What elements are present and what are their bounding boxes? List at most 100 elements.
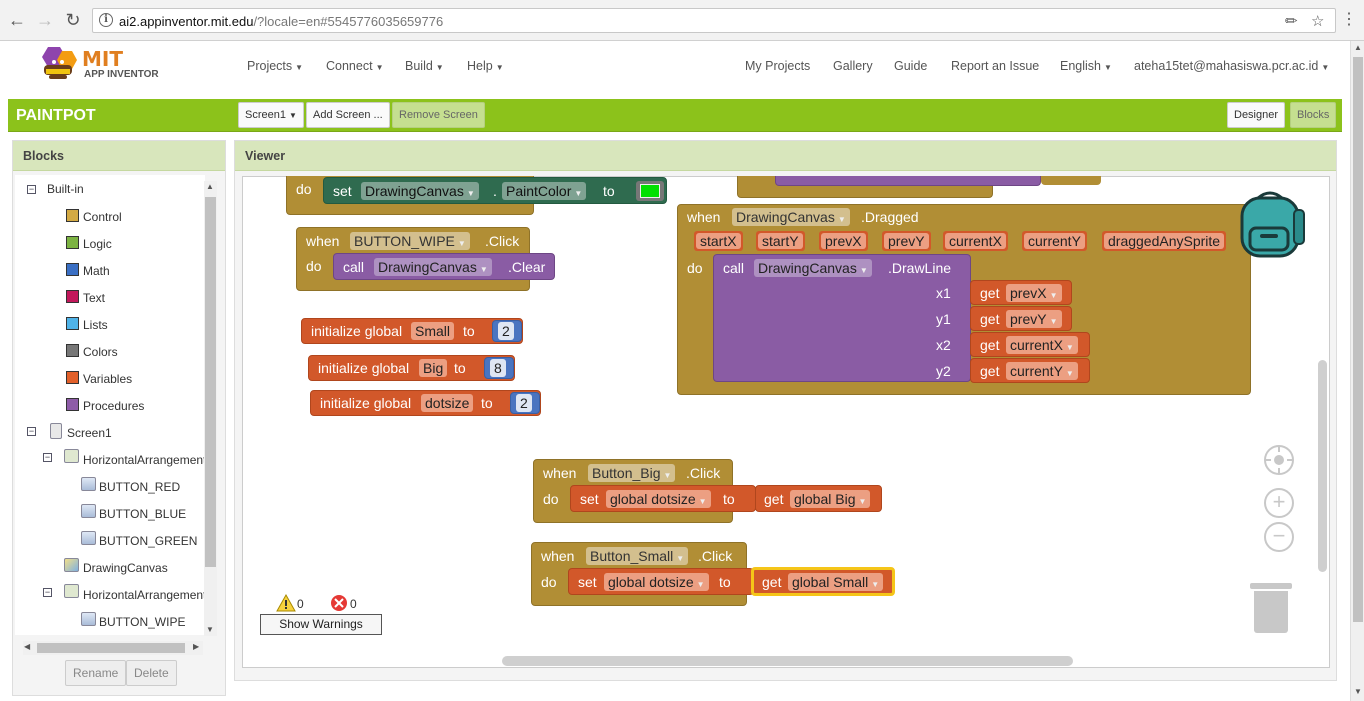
menu-help[interactable]: Help ▼ <box>467 59 504 73</box>
add-screen-button[interactable]: Add Screen ... <box>306 102 390 128</box>
star-icon[interactable]: ☆ <box>1311 12 1324 30</box>
tree-button-red[interactable]: BUTTON_RED <box>99 480 180 494</box>
collapse-icon[interactable]: − <box>27 185 36 194</box>
info-icon[interactable]: i <box>99 13 113 27</box>
global-name[interactable]: Big <box>419 359 448 377</box>
back-icon[interactable]: ← <box>6 8 28 32</box>
blocks-button[interactable]: Blocks <box>1290 102 1337 128</box>
tree-button-green[interactable]: BUTTON_GREEN <box>99 534 197 548</box>
set-paintcolor-block[interactable]: set DrawingCanvas ▼ . PaintColor ▼ to <box>323 177 667 204</box>
center-workspace-icon[interactable] <box>1264 445 1294 475</box>
tree-horizontal-scrollbar[interactable]: ◀ ▶ <box>23 641 203 655</box>
rename-button[interactable]: Rename <box>65 660 127 686</box>
number-block[interactable]: 2 <box>492 320 522 342</box>
tree-math[interactable]: Math <box>83 264 110 278</box>
link-guide[interactable]: Guide <box>894 59 927 73</box>
screen-select[interactable]: Screen1 ▼ <box>238 102 304 128</box>
designer-button[interactable]: Designer <box>1227 102 1286 128</box>
get-currenty-block[interactable]: get currentY ▼ <box>970 358 1090 383</box>
tree-lists[interactable]: Lists <box>83 318 108 332</box>
tree-procedures[interactable]: Procedures <box>83 399 144 413</box>
param-currentx[interactable]: currentX <box>943 231 1008 251</box>
tree-horizontal-arrangement-1[interactable]: HorizontalArrangement1 <box>83 453 205 467</box>
forward-icon[interactable]: → <box>34 8 56 32</box>
component-dropdown[interactable]: DrawingCanvas ▼ <box>732 208 850 226</box>
collapse-icon[interactable]: − <box>43 453 52 462</box>
proc-block-partial[interactable] <box>775 176 1041 186</box>
app-inventor-logo[interactable]: MIT APP INVENTOR <box>36 43 166 89</box>
variable-dropdown[interactable]: currentX ▼ <box>1006 336 1078 354</box>
component-dropdown[interactable]: DrawingCanvas ▼ <box>374 258 492 276</box>
color-block[interactable] <box>636 181 664 201</box>
collapse-icon[interactable]: − <box>43 588 52 597</box>
component-dropdown[interactable]: BUTTON_WIPE ▼ <box>350 232 470 250</box>
scroll-down-icon[interactable]: ▼ <box>1354 687 1362 696</box>
remove-screen-button[interactable]: Remove Screen <box>392 102 485 128</box>
variable-dropdown[interactable]: global Big ▼ <box>790 490 871 508</box>
init-global-big[interactable]: initialize global Big to 8 <box>308 355 515 381</box>
tree-text[interactable]: Text <box>83 291 105 305</box>
variable-dropdown[interactable]: global dotsize ▼ <box>604 573 709 591</box>
link-report-issue[interactable]: Report an Issue <box>951 59 1039 73</box>
delete-button[interactable]: Delete <box>126 660 177 686</box>
tree-colors[interactable]: Colors <box>83 345 118 359</box>
variable-dropdown[interactable]: global Small ▼ <box>788 573 884 591</box>
param-prevy[interactable]: prevY <box>882 231 931 251</box>
block-partial[interactable] <box>1041 176 1101 185</box>
param-currenty[interactable]: currentY <box>1022 231 1087 251</box>
link-gallery[interactable]: Gallery <box>833 59 873 73</box>
trash-icon[interactable] <box>1250 583 1292 633</box>
get-global-big-block[interactable]: get global Big ▼ <box>755 485 882 512</box>
variable-dropdown[interactable]: prevY ▼ <box>1006 310 1062 328</box>
number-block[interactable]: 8 <box>484 357 514 379</box>
link-my-projects[interactable]: My Projects <box>745 59 810 73</box>
menu-connect[interactable]: Connect ▼ <box>326 59 383 73</box>
param-dragged-any-sprite[interactable]: draggedAnySprite <box>1102 231 1227 251</box>
zoom-out-icon[interactable]: − <box>1264 522 1294 552</box>
scroll-up-icon[interactable]: ▲ <box>206 182 214 191</box>
address-bar[interactable]: i ai2.appinventor.mit.edu/?locale=en#554… <box>92 8 1336 33</box>
scroll-left-icon[interactable]: ◀ <box>24 642 30 651</box>
tree-vertical-scrollbar[interactable]: ▲ ▼ <box>204 181 217 636</box>
component-dropdown[interactable]: Button_Small ▼ <box>586 547 689 565</box>
variable-dropdown[interactable]: currentY ▼ <box>1006 362 1078 380</box>
scrollbar-thumb[interactable] <box>205 197 216 567</box>
param-starty[interactable]: startY <box>756 231 805 251</box>
set-global-dotsize-block[interactable]: set global dotsize ▼ to <box>570 485 756 512</box>
collapse-icon[interactable]: − <box>27 427 36 436</box>
get-prevx-block[interactable]: get prevX ▼ <box>970 280 1072 305</box>
number-value[interactable]: 2 <box>498 322 514 340</box>
tree-builtin[interactable]: Built-in <box>47 182 84 196</box>
tree-button-wipe[interactable]: BUTTON_WIPE <box>99 615 185 629</box>
tree-logic[interactable]: Logic <box>83 237 112 251</box>
global-name[interactable]: Small <box>411 322 455 340</box>
scroll-right-icon[interactable]: ▶ <box>193 642 199 651</box>
url-text[interactable]: ai2.appinventor.mit.edu/?locale=en#55457… <box>119 14 443 29</box>
get-currentx-block[interactable]: get currentX ▼ <box>970 332 1090 357</box>
scroll-up-icon[interactable]: ▲ <box>1354 43 1362 52</box>
component-dropdown[interactable]: Button_Big ▼ <box>588 464 676 482</box>
menu-projects[interactable]: Projects ▼ <box>247 59 303 73</box>
scrollbar-thumb[interactable] <box>1353 57 1363 622</box>
workspace-vertical-scrollbar[interactable] <box>1318 360 1327 572</box>
get-prevy-block[interactable]: get prevY ▼ <box>970 306 1072 331</box>
component-dropdown[interactable]: DrawingCanvas ▼ <box>754 259 872 277</box>
scroll-down-icon[interactable]: ▼ <box>206 625 214 634</box>
number-block[interactable]: 2 <box>510 392 540 414</box>
brush-icon[interactable]: ✏ <box>1285 12 1298 30</box>
tree-variables[interactable]: Variables <box>83 372 132 386</box>
global-name[interactable]: dotsize <box>421 394 474 412</box>
workspace-horizontal-scrollbar[interactable] <box>502 656 1073 666</box>
backpack-icon[interactable] <box>1236 188 1308 260</box>
more-menu-icon[interactable]: ⋮ <box>1338 8 1360 32</box>
tree-screen1[interactable]: Screen1 <box>67 426 112 440</box>
number-value[interactable]: 8 <box>490 359 506 377</box>
tree-control[interactable]: Control <box>83 210 122 224</box>
set-global-dotsize-block[interactable]: set global dotsize ▼ to <box>568 568 754 595</box>
param-startx[interactable]: startX <box>694 231 743 251</box>
number-value[interactable]: 2 <box>516 394 532 412</box>
variable-dropdown[interactable]: prevX ▼ <box>1006 284 1062 302</box>
page-scrollbar[interactable]: ▲ ▼ <box>1350 41 1364 701</box>
show-warnings-button[interactable]: Show Warnings <box>260 614 382 635</box>
init-global-dotsize[interactable]: initialize global dotsize to 2 <box>310 390 541 416</box>
